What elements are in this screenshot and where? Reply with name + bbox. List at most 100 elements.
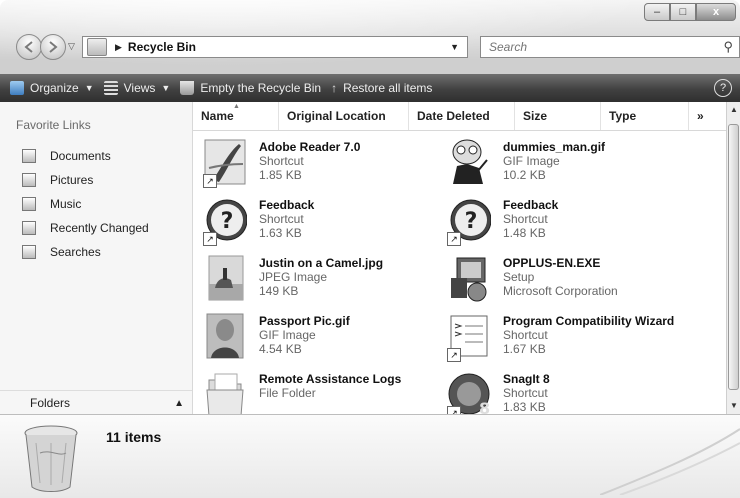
views-label: Views [123,81,156,95]
file-name: OPPLUS-EN.EXE [503,256,601,270]
file-size: 1.67 KB [503,342,546,356]
favorite-links-heading: Favorite Links [16,118,91,132]
svg-text:?: ? [221,209,234,234]
file-name: Remote Assistance Logs [259,372,402,386]
chevron-down-icon: ▼ [161,83,171,93]
restore-arrow-icon: ↑ [331,81,338,95]
decorative-swoosh [600,428,740,495]
column-label: Size [523,109,548,123]
sidebar-item-searches[interactable]: Searches [22,240,149,264]
recycle-bin-icon [24,425,78,492]
empty-label: Empty the Recycle Bin [200,81,322,95]
breadcrumb-arrow-icon[interactable]: ▶ [115,42,122,53]
back-arrow-icon [24,41,33,53]
column-label: » [697,109,704,123]
file-size: 149 KB [259,284,299,298]
window-controls: – □ x [644,3,736,21]
file-type: JPEG Image [259,270,328,284]
scroll-down-icon[interactable]: ▼ [727,398,740,414]
file-name: Adobe Reader 7.0 [259,140,361,154]
file-type: Shortcut [259,154,304,168]
file-list: Name ▲ Original Location Date Deleted Si… [193,102,726,420]
search-box[interactable]: ⚲ [480,36,740,58]
file-type: Shortcut [503,212,548,226]
file-name: Feedback [503,198,559,212]
camel-photo-thumbnail [208,255,244,301]
address-bar[interactable]: ▶ Recycle Bin ▼ [82,36,468,58]
address-dropdown-icon[interactable]: ▼ [450,42,459,52]
vertical-scrollbar[interactable]: ▲ ▼ [726,102,740,414]
forward-arrow-icon [49,41,58,53]
organize-icon [10,81,24,95]
column-label: Type [609,109,637,123]
sidebar-item-recently-changed[interactable]: Recently Changed [22,216,149,240]
file-item[interactable]: ? ↗ Feedback Shortcut 1.63 KB [195,190,445,246]
file-type: Shortcut [259,212,304,226]
back-button[interactable] [16,34,42,60]
shortcut-arrow-icon: ↗ [203,174,217,188]
column-header-original-location[interactable]: Original Location [279,102,409,130]
sidebar-item-documents[interactable]: Documents [22,144,149,168]
file-item[interactable]: Justin on a Camel.jpg JPEG Image 149 KB [195,248,445,304]
sidebar-item-label: Music [50,197,82,211]
column-header-date-deleted[interactable]: Date Deleted [409,102,515,130]
file-item[interactable]: 8 ↗ SnagIt 8 Shortcut 1.83 KB [439,364,689,420]
file-item[interactable]: Remote Assistance Logs File Folder [195,364,445,420]
column-header-row: Name ▲ Original Location Date Deleted Si… [193,102,726,131]
help-icon[interactable]: ? [714,79,732,97]
sidebar-item-pictures[interactable]: Pictures [22,168,149,192]
file-item[interactable]: Passport Pic.gif GIF Image 4.54 KB [195,306,445,362]
recycle-bin-small-icon [87,38,107,56]
file-item[interactable]: ? ↗ Feedback Shortcut 1.48 KB [439,190,689,246]
recycle-bin-icon [180,81,195,95]
column-header-size[interactable]: Size [515,102,601,130]
scrollbar-thumb[interactable] [728,124,739,390]
views-menu[interactable]: Views ▼ [103,74,171,102]
sidebar-item-label: Documents [50,149,111,163]
file-type: Shortcut [503,328,548,342]
file-name: Passport Pic.gif [259,314,350,328]
sidebar-item-label: Searches [50,245,101,259]
sidebar-item-label: Recently Changed [50,221,149,235]
empty-recycle-bin-button[interactable]: Empty the Recycle Bin [180,74,321,102]
column-header-name[interactable]: Name ▲ [193,102,279,130]
file-item[interactable]: OPPLUS-EN.EXE Setup Microsoft Corporatio… [439,248,689,304]
search-icon[interactable]: ⚲ [723,39,733,55]
search-input[interactable] [487,39,691,55]
searches-icon [22,245,36,259]
maximize-button[interactable]: □ [670,3,696,21]
file-type: Setup [503,270,535,284]
close-button[interactable]: x [696,3,736,21]
breadcrumb-recycle-bin[interactable]: Recycle Bin [128,40,196,54]
restore-all-button[interactable]: ↑ Restore all items [331,74,432,102]
svg-text:?: ? [465,209,478,234]
file-size: 1.48 KB [503,226,546,240]
file-name: Program Compatibility Wizard [503,314,675,328]
file-size: 1.83 KB [503,400,546,414]
organize-menu[interactable]: Organize ▼ [10,74,94,102]
file-name: dummies_man.gif [503,140,606,154]
scroll-up-icon[interactable]: ▲ [727,102,740,118]
forward-button[interactable] [40,34,66,60]
dummies-man-icon [447,138,491,186]
sidebar-item-label: Pictures [50,173,94,187]
recent-pages-dropdown[interactable]: ▽ [68,41,75,52]
restore-label: Restore all items [343,81,433,95]
minimize-button[interactable]: – [644,3,670,21]
file-name: Feedback [259,198,315,212]
file-item[interactable]: ↗ Program Compatibility Wizard Shortcut … [439,306,689,362]
file-type: Shortcut [503,386,548,400]
file-item[interactable]: ↗ Adobe Reader 7.0 Shortcut 1.85 KB [195,132,445,188]
file-type: File Folder [259,386,316,400]
pictures-icon [22,173,36,187]
folders-toggle[interactable]: Folders ▲ [0,390,192,415]
file-name: SnagIt 8 [503,372,550,386]
passport-photo-thumbnail [206,313,244,359]
file-size: 1.63 KB [259,226,302,240]
sidebar-item-music[interactable]: Music [22,192,149,216]
column-header-type[interactable]: Type [601,102,689,130]
folders-label: Folders [30,396,71,410]
file-item[interactable]: dummies_man.gif GIF Image 10.2 KB [439,132,689,188]
file-name: Justin on a Camel.jpg [259,256,384,270]
more-columns-chevron-icon[interactable]: » [689,102,726,130]
